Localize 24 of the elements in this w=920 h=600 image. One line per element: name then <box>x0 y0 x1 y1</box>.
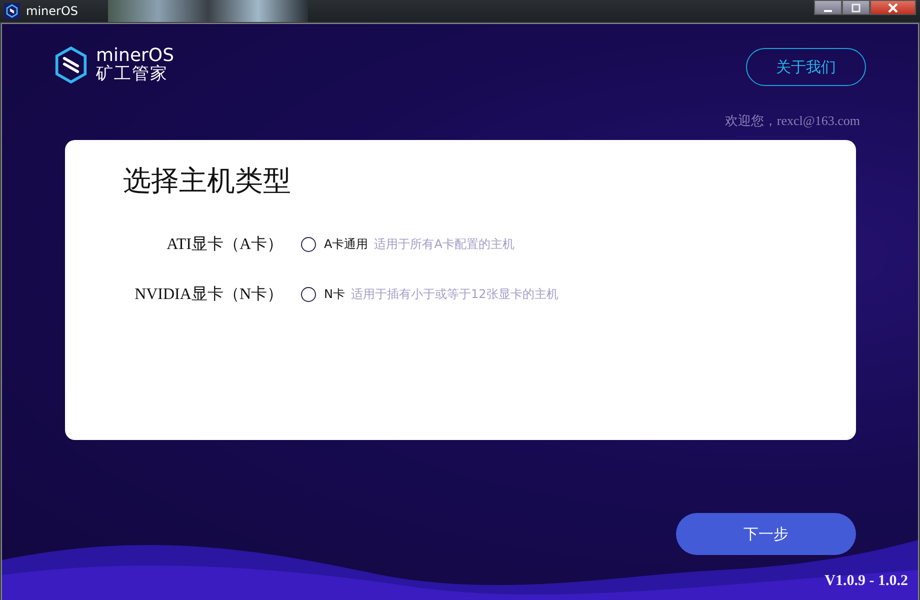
option-label: NVIDIA显卡（N卡） <box>134 284 283 304</box>
close-button[interactable] <box>870 0 916 15</box>
hexagon-logo-icon <box>54 46 88 84</box>
card-title: 选择主机类型 <box>123 165 292 199</box>
option-name[interactable]: A卡通用 <box>324 236 368 252</box>
next-button[interactable]: 下一步 <box>676 513 856 555</box>
radio-button[interactable] <box>301 286 316 302</box>
minimize-button[interactable] <box>814 0 842 15</box>
welcome-text: 欢迎您，rexcl@163.com <box>724 112 860 130</box>
option-label: ATI显卡（A卡） <box>166 234 283 254</box>
radio-button[interactable] <box>301 236 316 252</box>
app-logo-icon <box>4 3 20 19</box>
version-text: V1.0.9 - 1.0.2 <box>824 573 908 590</box>
option-description: 适用于插有小于或等于12张显卡的主机 <box>350 286 558 302</box>
option-description: 适用于所有A卡配置的主机 <box>374 236 514 252</box>
maximize-icon <box>851 2 861 12</box>
about-button[interactable]: 关于我们 <box>746 48 866 86</box>
window-title: minerOS <box>26 4 78 18</box>
option-name[interactable]: N卡 <box>324 286 345 302</box>
close-icon <box>888 2 898 12</box>
minimize-icon <box>824 10 832 12</box>
maximize-button[interactable] <box>842 0 870 15</box>
brand-name: minerOS <box>96 47 174 65</box>
brand-subtitle: 矿工管家 <box>96 65 169 83</box>
